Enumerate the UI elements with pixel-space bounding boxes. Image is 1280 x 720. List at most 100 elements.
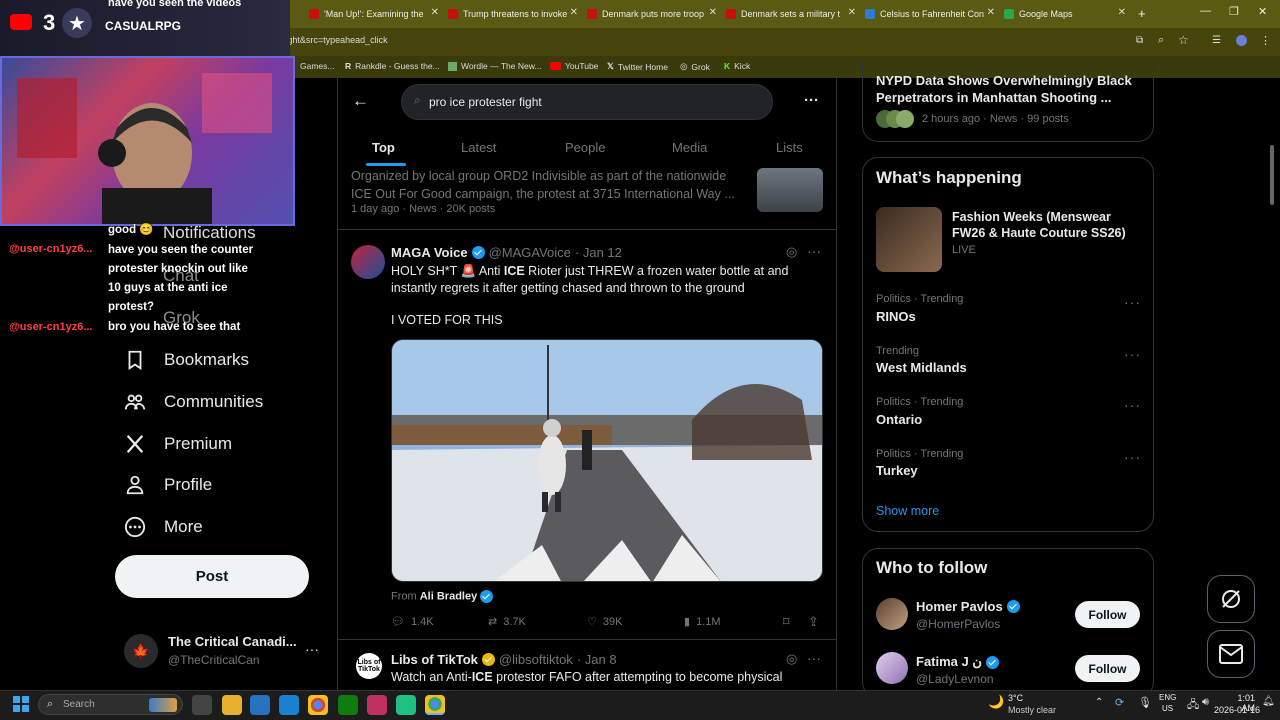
- tweet-author-name[interactable]: Libs of TikTok: [391, 652, 478, 667]
- profile-avatar-icon[interactable]: [1236, 35, 1247, 46]
- browser-tab[interactable]: Google Maps ✕: [1000, 4, 1130, 24]
- browser-tab[interactable]: Trump threatens to invoke ✕: [444, 4, 582, 24]
- bookmark-item[interactable]: ◎ Grok: [680, 61, 710, 72]
- media-app-icon[interactable]: [367, 695, 387, 715]
- show-more-link[interactable]: Show more: [876, 504, 939, 518]
- news-summary[interactable]: Organized by local group ORD2 Indivisibl…: [351, 167, 735, 203]
- nav-premium[interactable]: Premium: [124, 433, 232, 455]
- account-menu-icon[interactable]: ···: [305, 641, 319, 657]
- trend-name[interactable]: Ontario: [876, 412, 922, 427]
- trend-name[interactable]: West Midlands: [876, 360, 967, 375]
- taskbar-search-input[interactable]: ⌕ Search: [38, 694, 183, 715]
- bookmark-item[interactable]: R Rankdle - Guess the...: [345, 61, 440, 71]
- grok-explain-icon[interactable]: ◎: [786, 651, 797, 667]
- tweet-date[interactable]: · Jan 8: [577, 652, 617, 667]
- chrome-active-icon[interactable]: [425, 695, 445, 715]
- follow-button[interactable]: Follow: [1075, 601, 1140, 628]
- follow-button[interactable]: Follow: [1075, 655, 1140, 682]
- close-tab-icon[interactable]: ✕: [848, 7, 856, 18]
- windows-start-icon[interactable]: [13, 696, 29, 712]
- close-tab-icon[interactable]: ✕: [1118, 7, 1126, 18]
- grok-explain-icon[interactable]: ◎: [786, 244, 797, 260]
- tweet-author-name[interactable]: MAGA Voice: [391, 245, 468, 260]
- network-icon[interactable]: 🖧: [1187, 696, 1199, 715]
- browser-tab[interactable]: 'Man Up!': Examining the ✕: [305, 4, 443, 24]
- close-tab-icon[interactable]: ✕: [431, 7, 439, 18]
- mail-app-icon[interactable]: [279, 695, 299, 715]
- like-button[interactable]: ♡ 39K: [587, 615, 622, 629]
- screen-cast-icon[interactable]: ⧉: [1136, 35, 1143, 46]
- browser-tab[interactable]: Denmark puts more troop ✕: [583, 4, 721, 24]
- close-window-icon[interactable]: ✕: [1258, 5, 1267, 18]
- event-title[interactable]: Fashion Weeks (Menswear FW26 & Haute Cou…: [952, 209, 1142, 241]
- bookmark-item[interactable]: YouTube: [550, 61, 598, 71]
- tab-top[interactable]: Top: [372, 140, 395, 155]
- notification-bell-icon[interactable]: 🔔︎: [1262, 696, 1275, 707]
- follow-suggestion-name[interactable]: Homer Pavlos: [916, 599, 1020, 614]
- messages-button[interactable]: [1207, 630, 1255, 678]
- tab-media[interactable]: Media: [672, 140, 707, 155]
- chrome-icon[interactable]: [308, 695, 328, 715]
- xbox-icon[interactable]: [338, 695, 358, 715]
- trend-name[interactable]: RINOs: [876, 309, 916, 324]
- tweet-more-icon[interactable]: ···: [807, 650, 821, 666]
- tweet-video[interactable]: [391, 339, 823, 582]
- account-avatar[interactable]: 🍁: [124, 634, 158, 668]
- minimize-icon[interactable]: —: [1200, 5, 1211, 17]
- bookmark-item[interactable]: 𝕏 Twitter Home: [607, 61, 668, 72]
- tab-latest[interactable]: Latest: [461, 140, 496, 155]
- close-tab-icon[interactable]: ✕: [709, 7, 717, 18]
- bookmark-item[interactable]: Wordle — The New...: [448, 61, 541, 71]
- nav-bookmarks[interactable]: Bookmarks: [124, 349, 249, 371]
- trend-more-icon[interactable]: ···: [1124, 449, 1141, 465]
- grok-button[interactable]: [1207, 575, 1255, 623]
- event-thumbnail[interactable]: [876, 207, 942, 272]
- close-tab-icon[interactable]: ✕: [570, 7, 578, 18]
- nav-grok[interactable]: Grok: [163, 308, 200, 328]
- post-button[interactable]: Post: [115, 555, 309, 598]
- reading-list-icon[interactable]: ☰: [1212, 35, 1221, 46]
- page-scrollbar[interactable]: [1270, 145, 1274, 205]
- bookmark-item[interactable]: Games...: [300, 61, 334, 71]
- search-options-icon[interactable]: ···: [804, 92, 819, 109]
- trend-more-icon[interactable]: ···: [1124, 294, 1141, 310]
- tweet-author-handle[interactable]: @libsoftiktok: [499, 652, 573, 667]
- views-button[interactable]: ▮ 1.1M: [684, 615, 721, 629]
- new-tab-icon[interactable]: +: [1138, 6, 1146, 21]
- browser-tab[interactable]: Denmark sets a military t ✕: [722, 4, 860, 24]
- tab-lists[interactable]: Lists: [776, 140, 803, 155]
- browser-tab[interactable]: Celsius to Fahrenheit Con ✕: [861, 4, 999, 24]
- tray-app-icon[interactable]: ⟳: [1115, 696, 1124, 709]
- nav-notifications[interactable]: Notifications: [163, 223, 256, 243]
- volume-icon[interactable]: 🔊︎: [1202, 696, 1209, 709]
- nav-communities[interactable]: Communities: [124, 391, 263, 413]
- tab-people[interactable]: People: [565, 140, 605, 155]
- tray-chevron-icon[interactable]: ⌃: [1095, 697, 1103, 708]
- libs-of-tiktok-avatar[interactable]: Libs of TikTok: [356, 653, 382, 679]
- follow-suggestion-name[interactable]: Fatima J ن: [916, 654, 999, 670]
- repost-button[interactable]: ⇄ 3.7K: [488, 615, 526, 629]
- close-tab-icon[interactable]: ✕: [987, 7, 995, 18]
- bookmark-button[interactable]: ⌑: [783, 614, 790, 630]
- search-input[interactable]: ⌕ pro ice protester fight: [401, 84, 773, 120]
- fatima-avatar[interactable]: [876, 652, 908, 684]
- task-view-icon[interactable]: [192, 695, 212, 715]
- microphone-icon[interactable]: 🎙︎: [1138, 696, 1152, 709]
- app-icon[interactable]: [396, 695, 416, 715]
- maga-voice-avatar[interactable]: [351, 245, 385, 279]
- zoom-icon[interactable]: ⌕: [1158, 34, 1164, 47]
- back-arrow-icon[interactable]: ←: [352, 91, 369, 111]
- bookmark-item[interactable]: K Kick: [724, 61, 750, 71]
- store-icon[interactable]: [250, 695, 270, 715]
- bookmark-star-icon[interactable]: ☆: [1178, 33, 1189, 47]
- file-explorer-icon[interactable]: [222, 695, 242, 715]
- tweet-more-icon[interactable]: ···: [807, 243, 821, 259]
- nav-more[interactable]: More: [124, 516, 203, 538]
- reply-button[interactable]: 💬︎ 1.4K: [391, 615, 434, 629]
- weather-temp[interactable]: 3°C: [1008, 693, 1023, 703]
- menu-icon[interactable]: ⋮: [1260, 34, 1271, 47]
- trend-name[interactable]: Turkey: [876, 463, 918, 478]
- tweet-date[interactable]: · Jan 12: [575, 245, 622, 260]
- maximize-icon[interactable]: ❐: [1229, 5, 1239, 18]
- homer-pavlos-avatar[interactable]: [876, 598, 908, 630]
